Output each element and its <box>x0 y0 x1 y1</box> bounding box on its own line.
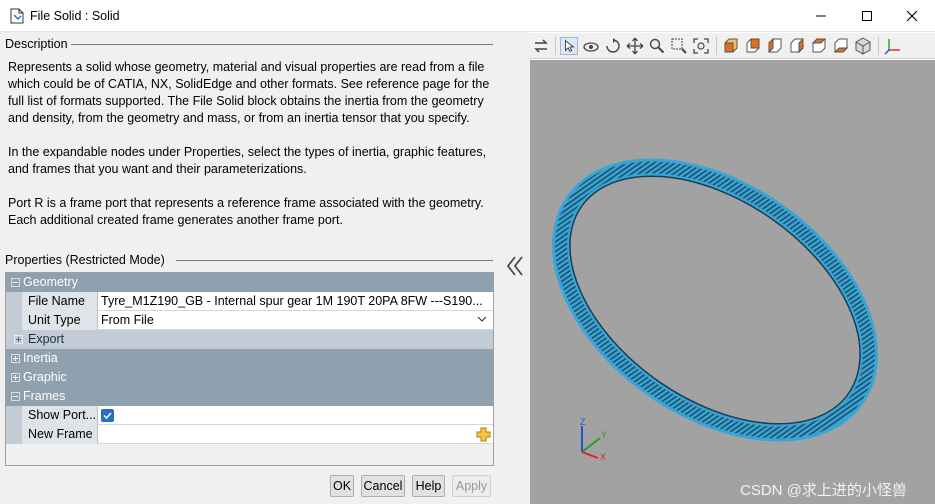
export-label: Export <box>28 332 65 346</box>
double-chevron-left-icon[interactable] <box>505 255 525 277</box>
inertia-label: Inertia <box>23 351 58 365</box>
description-paragraph: Represents a solid whose geometry, mater… <box>8 60 490 125</box>
description-group-label: Description <box>5 37 71 51</box>
properties-group-label: Properties (Restricted Mode) <box>5 253 168 267</box>
file-name-row: File Name Tyre_M1Z190_GB - Internal spur… <box>6 292 493 311</box>
show-port-row: Show Port... <box>6 406 493 425</box>
toolbar-separator <box>555 37 556 55</box>
property-tree: Geometry File Name Tyre_M1Z190_GB - Inte… <box>5 272 494 466</box>
3d-viewport[interactable]: Z Y X <box>530 60 935 504</box>
view-iso-icon[interactable] <box>854 37 872 55</box>
view-left-icon[interactable] <box>766 37 784 55</box>
document-icon <box>10 8 24 24</box>
swap-icon[interactable] <box>532 37 550 55</box>
axis-x-label: X <box>600 452 606 462</box>
chevron-down-icon <box>477 316 487 322</box>
axes-triad: Z Y X <box>580 417 607 462</box>
gear-model: Z Y X <box>552 158 878 462</box>
gear-ring <box>552 158 878 442</box>
maximize-button[interactable] <box>844 0 890 32</box>
add-frame-icon[interactable] <box>476 427 491 442</box>
unit-type-label: Unit Type <box>22 311 98 330</box>
close-button[interactable] <box>889 0 935 32</box>
axes-icon[interactable] <box>884 37 902 55</box>
geometry-label: Geometry <box>23 275 78 289</box>
description-paragraph: In the expandable nodes under Properties… <box>8 145 487 176</box>
view-front-icon[interactable] <box>722 37 740 55</box>
export-subsection[interactable]: Export <box>6 330 493 349</box>
toolbar-separator <box>716 37 717 55</box>
checkmark-icon <box>103 412 112 420</box>
axis-y-label: Y <box>601 430 607 440</box>
show-port-cell <box>98 406 493 425</box>
ok-button[interactable]: OK <box>330 475 354 497</box>
collapse-icon[interactable] <box>11 392 20 401</box>
description-paragraph: Port R is a frame port that represents a… <box>8 196 484 227</box>
geometry-section[interactable]: Geometry <box>6 273 493 292</box>
properties-divider <box>176 260 493 261</box>
unit-type-select[interactable]: From File <box>98 311 493 330</box>
show-port-label: Show Port... <box>22 406 98 425</box>
frames-section[interactable]: Frames <box>6 387 493 406</box>
row-gutter <box>6 406 22 425</box>
graphic-section[interactable]: Graphic <box>6 368 493 387</box>
close-icon <box>906 10 918 22</box>
new-frame-cell <box>98 425 493 444</box>
view-top-icon[interactable] <box>810 37 828 55</box>
file-name-label: File Name <box>22 292 98 311</box>
collapse-icon[interactable] <box>11 278 20 287</box>
expand-icon[interactable] <box>11 354 20 363</box>
description-text: Represents a solid whose geometry, mater… <box>8 59 494 246</box>
unit-type-value: From File <box>101 313 154 327</box>
zoom-box-icon[interactable] <box>670 37 688 55</box>
frames-label: Frames <box>23 389 66 403</box>
watermark: CSDN @求上进的小怪兽 <box>740 482 907 499</box>
row-gutter <box>6 425 22 444</box>
zoom-icon[interactable] <box>648 37 666 55</box>
graphic-label: Graphic <box>23 370 67 384</box>
help-button[interactable]: Help <box>412 475 445 497</box>
parameters-panel: Description Represents a solid whose geo… <box>0 32 500 504</box>
title-bar: File Solid : Solid <box>0 0 935 32</box>
view-back-icon[interactable] <box>744 37 762 55</box>
row-gutter <box>6 292 22 311</box>
show-port-checkbox[interactable] <box>101 409 114 422</box>
view-right-icon[interactable] <box>788 37 806 55</box>
view-bottom-icon[interactable] <box>832 37 850 55</box>
expand-icon[interactable] <box>11 373 20 382</box>
apply-button[interactable]: Apply <box>452 475 491 497</box>
new-frame-row: New Frame <box>6 425 493 444</box>
maximize-icon <box>862 11 872 21</box>
viewer-toolbar <box>530 33 935 59</box>
inertia-section[interactable]: Inertia <box>6 349 493 368</box>
expand-icon[interactable] <box>14 335 23 344</box>
fit-to-view-icon[interactable] <box>692 37 710 55</box>
window-title: File Solid : Solid <box>30 9 120 23</box>
description-divider <box>70 44 493 45</box>
axis-z-label: Z <box>580 417 586 427</box>
minimize-button[interactable] <box>798 0 844 32</box>
roll-icon[interactable] <box>604 37 622 55</box>
unit-type-row: Unit Type From File <box>6 311 493 330</box>
row-gutter <box>6 311 22 330</box>
new-frame-label: New Frame <box>22 425 98 444</box>
select-icon[interactable] <box>560 37 578 55</box>
file-name-field[interactable]: Tyre_M1Z190_GB - Internal spur gear 1M 1… <box>98 292 493 311</box>
pan-icon[interactable] <box>626 37 644 55</box>
toolbar-separator <box>878 37 879 55</box>
rotate-icon[interactable] <box>582 37 600 55</box>
cancel-button[interactable]: Cancel <box>361 475 405 497</box>
minimize-icon <box>816 15 826 17</box>
